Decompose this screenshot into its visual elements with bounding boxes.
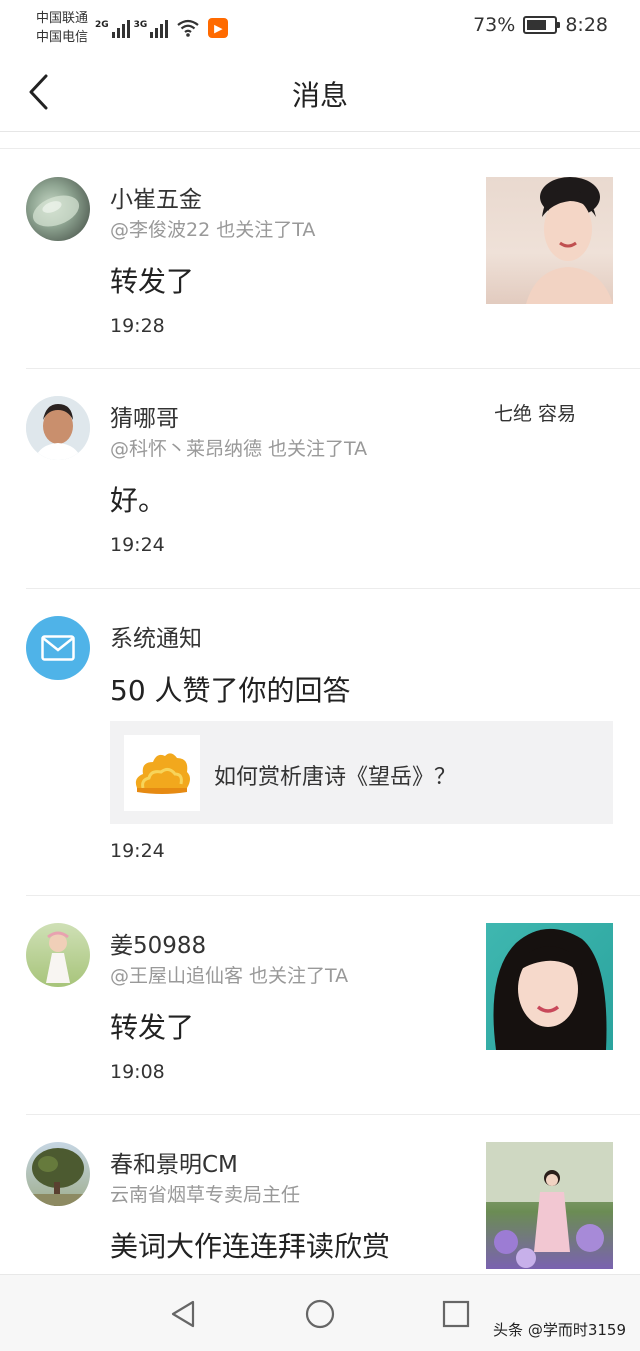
cloud-logo-icon	[135, 753, 190, 794]
message-time: 19:08	[110, 1061, 165, 1083]
tree-image	[26, 1148, 90, 1206]
system-notice-avatar[interactable]	[26, 616, 90, 680]
page-title: 消息	[291, 79, 348, 112]
follow-note[interactable]: @李俊波22 也关注了TA	[110, 215, 315, 242]
signal-indicators: 2G 3G ▶	[95, 14, 229, 38]
nav-home-button[interactable]	[305, 1299, 335, 1329]
post-thumbnail[interactable]	[486, 923, 613, 1050]
battery-icon	[523, 16, 561, 34]
message-list[interactable]: 小崔五金 @李俊波22 也关注了TA 转发了 19:28 猜哪哥 @科怀丶莱昂纳…	[0, 150, 640, 1315]
post-title[interactable]: 七绝 容易	[494, 399, 576, 426]
quoted-question-card[interactable]: 如何赏析唐诗《望岳》？	[110, 721, 613, 824]
message-time: 19:24	[110, 840, 165, 862]
clock: 8:28	[565, 14, 608, 36]
sender-name[interactable]: 猜哪哥	[110, 399, 179, 433]
message-item[interactable]: 猜哪哥 @科怀丶莱昂纳德 也关注了TA 好。 19:24 七绝 容易	[26, 369, 640, 589]
message-body[interactable]: 转发了	[110, 260, 194, 300]
post-thumbnail[interactable]	[486, 1142, 613, 1269]
jade-image	[32, 195, 80, 227]
follow-note[interactable]: @科怀丶莱昂纳德 也关注了TA	[110, 434, 367, 461]
quoted-question[interactable]: 如何赏析唐诗《望岳》？	[214, 759, 456, 791]
message-body[interactable]: 美词大作连连拜读欣赏	[110, 1225, 390, 1265]
portrait-image	[493, 928, 607, 1050]
battery-percent: 73%	[473, 14, 516, 36]
message-body[interactable]: 50 人赞了你的回答	[110, 669, 351, 709]
circle-home-icon	[305, 1299, 335, 1329]
carrier-labels: 中国联通 中国电信	[36, 9, 88, 47]
sender-name[interactable]: 春和景明CM	[110, 1145, 238, 1179]
sender-name[interactable]: 系统通知	[110, 619, 202, 653]
garden-portrait-image	[486, 1142, 613, 1268]
question-logo	[124, 735, 200, 811]
child-image	[46, 931, 70, 983]
follow-note[interactable]: @王屋山追仙客 也关注了TA	[110, 961, 348, 988]
message-time: 19:28	[110, 315, 165, 337]
carrier-2: 中国电信	[36, 30, 89, 45]
avatar[interactable]	[26, 1142, 90, 1206]
sender-name[interactable]: 小崔五金	[110, 180, 202, 214]
sender-name[interactable]: 姜50988	[110, 926, 206, 960]
message-body[interactable]: 好。	[110, 479, 166, 519]
message-body[interactable]: 转发了	[110, 1006, 194, 1046]
portrait-image	[526, 177, 613, 304]
status-bar: 中国联通 中国电信 2G 3G ▶ 73% 8:28	[0, 0, 640, 56]
avatar[interactable]	[26, 177, 90, 241]
watermark: 头条 @学而时3159	[493, 1321, 626, 1339]
message-item[interactable]: 系统通知 50 人赞了你的回答 如何赏析唐诗《望岳》？ 19:24	[26, 589, 640, 896]
square-recent-icon	[442, 1300, 470, 1328]
message-item[interactable]: 姜50988 @王屋山追仙客 也关注了TA 转发了 19:08	[26, 896, 640, 1115]
video-app-icon: ▶	[208, 18, 229, 38]
nav-recent-button[interactable]	[441, 1299, 471, 1329]
nav-bar: 消息	[0, 56, 640, 132]
mail-icon	[41, 635, 75, 661]
sim1-signal-icon: 2G	[95, 20, 130, 38]
carrier-1: 中国联通	[36, 11, 89, 26]
status-right: 73% 8:28	[473, 14, 608, 36]
sim2-signal-icon: 3G	[134, 20, 169, 38]
battery-fill	[527, 20, 547, 30]
avatar[interactable]	[26, 923, 90, 987]
message-time: 19:24	[110, 534, 165, 556]
sim1-network-type: 2G	[95, 20, 109, 30]
user-title[interactable]: 云南省烟草专卖局主任	[110, 1180, 300, 1207]
system-navigation-bar: 头条 @学而时3159	[0, 1274, 640, 1351]
wifi-icon	[177, 19, 199, 37]
triangle-back-icon	[171, 1300, 195, 1328]
message-item[interactable]: 小崔五金 @李俊波22 也关注了TA 转发了 19:28	[26, 150, 640, 369]
divider	[0, 148, 640, 149]
person-image	[26, 396, 90, 460]
nav-back-button[interactable]	[168, 1299, 198, 1329]
post-thumbnail[interactable]	[486, 177, 613, 304]
avatar[interactable]	[26, 396, 90, 460]
sim2-network-type: 3G	[133, 20, 148, 30]
